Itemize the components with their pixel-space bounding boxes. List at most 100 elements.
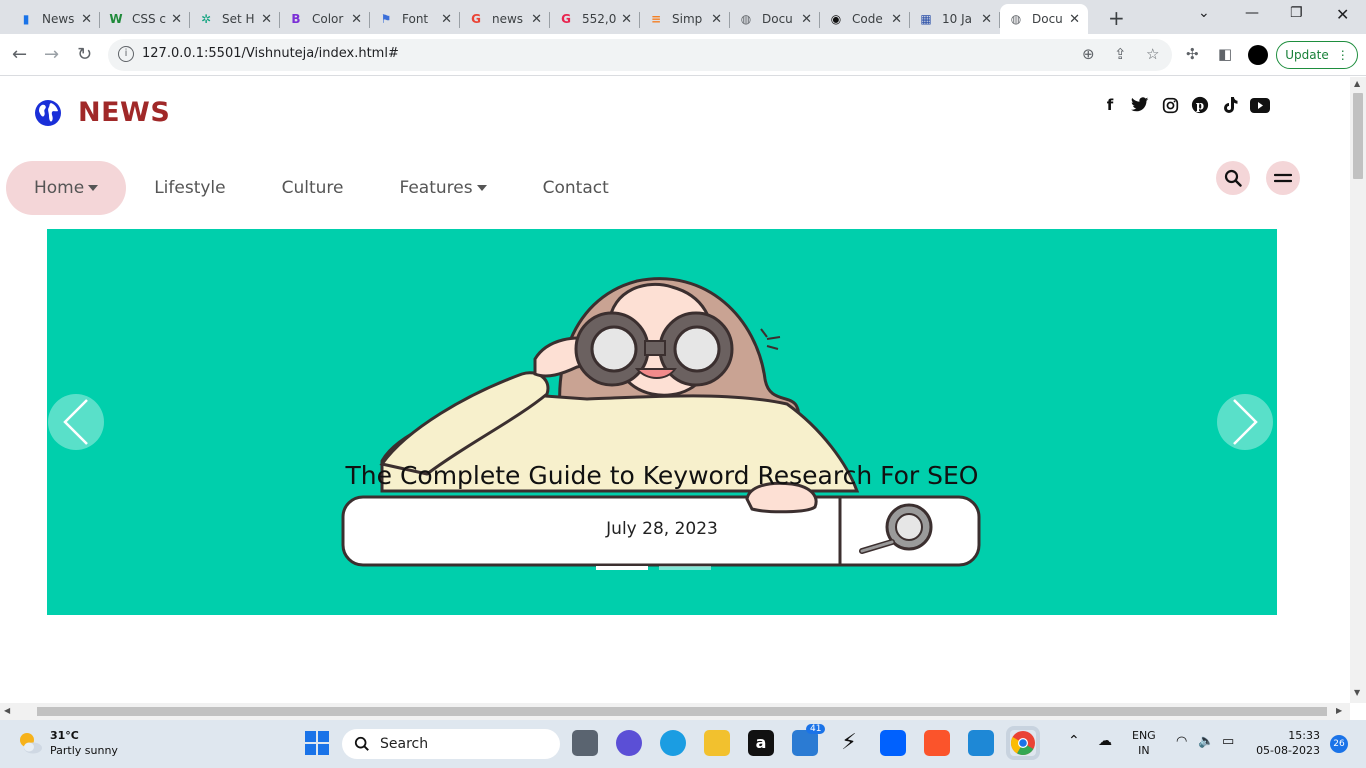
- language-indicator[interactable]: ENG IN: [1132, 728, 1156, 758]
- browser-tab[interactable]: ✲ Set H ✕: [190, 4, 280, 34]
- hero-illustration: [341, 277, 981, 567]
- menu-button[interactable]: [1266, 161, 1300, 195]
- tab-close-icon[interactable]: ✕: [531, 12, 542, 27]
- tab-favicon-icon: G: [561, 12, 571, 26]
- slide-title[interactable]: The Complete Guide to Keyword Research F…: [47, 461, 1277, 490]
- tab-close-icon[interactable]: ✕: [351, 12, 362, 27]
- share-icon[interactable]: ⇪: [1114, 45, 1127, 63]
- tab-close-icon[interactable]: ✕: [171, 12, 182, 27]
- tab-favicon-icon: G: [471, 12, 481, 26]
- instagram-icon[interactable]: [1160, 95, 1180, 115]
- reload-icon[interactable]: ↻: [77, 44, 92, 65]
- tab-favicon-icon: ◉: [830, 12, 842, 26]
- twitter-icon[interactable]: [1130, 95, 1150, 115]
- browser-tab[interactable]: ≡ Simp ✕: [640, 4, 730, 34]
- brave-icon[interactable]: [924, 730, 950, 756]
- site-logo[interactable]: NEWS: [34, 97, 170, 128]
- tab-close-icon[interactable]: ✕: [891, 12, 902, 27]
- tiktok-icon[interactable]: [1220, 95, 1240, 115]
- vertical-scrollbar[interactable]: ▲ ▼: [1350, 77, 1366, 703]
- browser-tab[interactable]: W CSS c ✕: [100, 4, 190, 34]
- close-window-button[interactable]: ✕: [1336, 5, 1349, 24]
- tab-close-icon[interactable]: ✕: [261, 12, 272, 27]
- tab-close-icon[interactable]: ✕: [621, 12, 632, 27]
- vertical-scroll-thumb[interactable]: [1353, 93, 1363, 179]
- new-tab-button[interactable]: +: [1108, 6, 1125, 30]
- browser-tab[interactable]: ▦ 10 Ja ✕: [910, 4, 1000, 34]
- tab-close-icon[interactable]: ✕: [981, 12, 992, 27]
- browser-tab[interactable]: ◉ Code ✕: [820, 4, 910, 34]
- carousel-indicator[interactable]: [596, 566, 648, 570]
- horizontal-scroll-thumb[interactable]: [37, 707, 1327, 716]
- taskbar-search-label: Search: [380, 736, 429, 752]
- extensions-icon[interactable]: ✣: [1186, 45, 1199, 63]
- clock[interactable]: 15:33 05-08-2023: [1256, 728, 1320, 758]
- browser-tab[interactable]: ◍ Docu ✕: [730, 4, 820, 34]
- mail-badge: 41: [806, 724, 826, 734]
- forward-icon[interactable]: →: [44, 44, 59, 65]
- clock-time: 15:33: [1288, 729, 1320, 742]
- weather-desc: Partly sunny: [50, 744, 118, 757]
- nav-item-contact[interactable]: Contact: [515, 161, 637, 215]
- tab-close-icon[interactable]: ✕: [1069, 12, 1080, 27]
- search-button[interactable]: [1216, 161, 1250, 195]
- teams-chat-icon[interactable]: [616, 730, 642, 756]
- back-icon[interactable]: ←: [12, 44, 27, 65]
- horizontal-scrollbar[interactable]: ◀ ▶: [0, 703, 1350, 720]
- minimize-button[interactable]: —: [1245, 5, 1259, 21]
- bookmark-star-icon[interactable]: ☆: [1146, 45, 1159, 63]
- file-explorer-icon[interactable]: [704, 730, 730, 756]
- chrome-icon[interactable]: [1010, 730, 1036, 756]
- edge-icon[interactable]: [660, 730, 686, 756]
- nav-item-lifestyle[interactable]: Lifestyle: [126, 161, 253, 215]
- vscode-icon[interactable]: [968, 730, 994, 756]
- lightning-app-icon[interactable]: ⚡: [836, 730, 862, 756]
- start-button[interactable]: [304, 730, 330, 756]
- tab-favicon-icon: ≡: [650, 12, 662, 26]
- svg-text:p: p: [1196, 99, 1204, 113]
- tab-label: Set H: [222, 12, 255, 26]
- carousel-prev-button[interactable]: [48, 394, 104, 450]
- browser-tab[interactable]: G 552,0 ✕: [550, 4, 640, 34]
- browser-tab[interactable]: ▮ News ✕: [10, 4, 100, 34]
- dropbox-icon[interactable]: [880, 730, 906, 756]
- web-page: NEWS f p Home Lifestyle Culture Features Con…: [0, 77, 1350, 703]
- wifi-icon[interactable]: ◠: [1176, 734, 1187, 749]
- restore-button[interactable]: ❐: [1290, 5, 1303, 21]
- tab-search-icon[interactable]: ⌄: [1198, 5, 1210, 21]
- side-panel-icon[interactable]: ◧: [1218, 45, 1232, 63]
- carousel-next-button[interactable]: [1217, 394, 1273, 450]
- tab-close-icon[interactable]: ✕: [711, 12, 722, 27]
- update-button[interactable]: Update ⋮: [1276, 41, 1358, 69]
- taskbar-search[interactable]: Search: [342, 729, 560, 759]
- volume-icon[interactable]: 🔈: [1198, 734, 1214, 749]
- weather-widget[interactable]: 31°C Partly sunny: [16, 728, 118, 758]
- youtube-icon[interactable]: [1250, 95, 1270, 115]
- pinterest-icon[interactable]: p: [1190, 95, 1210, 115]
- browser-tab[interactable]: ⚑ Font ✕: [370, 4, 460, 34]
- network-off-icon[interactable]: ☁: [1098, 734, 1112, 749]
- nav-label: Culture: [281, 178, 344, 198]
- task-view-icon[interactable]: [572, 730, 598, 756]
- mail-icon[interactable]: 41: [792, 724, 826, 756]
- address-bar[interactable]: i 127.0.0.1:5501/Vishnuteja/index.html# …: [108, 39, 1172, 71]
- browser-tab[interactable]: B Color ✕: [280, 4, 370, 34]
- profile-avatar[interactable]: [1248, 45, 1268, 65]
- tab-close-icon[interactable]: ✕: [801, 12, 812, 27]
- carousel-indicator[interactable]: [659, 566, 711, 570]
- tab-close-icon[interactable]: ✕: [81, 12, 92, 27]
- browser-tab[interactable]: Gnews ✕: [460, 4, 550, 34]
- facebook-icon[interactable]: f: [1100, 95, 1120, 115]
- tab-close-icon[interactable]: ✕: [441, 12, 452, 27]
- notification-count[interactable]: 26: [1330, 735, 1348, 753]
- amazon-icon[interactable]: a: [748, 730, 774, 756]
- battery-icon[interactable]: ▭: [1222, 734, 1234, 749]
- zoom-icon[interactable]: ⊕: [1082, 45, 1095, 63]
- nav-item-culture[interactable]: Culture: [254, 161, 372, 215]
- site-info-icon[interactable]: i: [118, 46, 134, 62]
- nav-item-features[interactable]: Features: [372, 161, 515, 215]
- region-code: IN: [1138, 744, 1150, 757]
- nav-item-home[interactable]: Home: [6, 161, 127, 215]
- browser-tab[interactable]: ◍ Docu ✕: [1000, 4, 1088, 34]
- tray-chevron-icon[interactable]: ⌃: [1068, 734, 1080, 749]
